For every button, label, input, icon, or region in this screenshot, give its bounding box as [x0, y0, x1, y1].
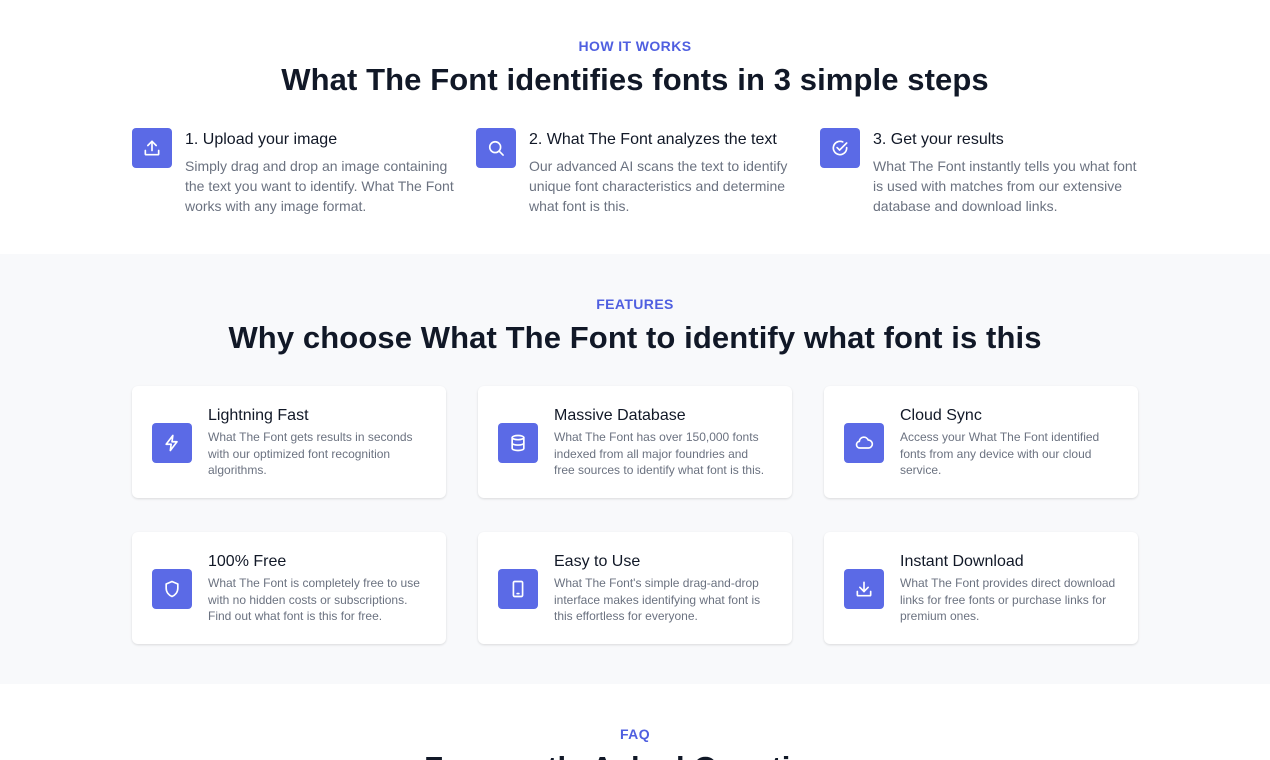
- step-description: Our advanced AI scans the text to identi…: [529, 158, 788, 214]
- feature-card-easy-to-use: Easy to Use What The Font's simple drag-…: [478, 532, 792, 644]
- feature-title: 100% Free: [208, 553, 287, 570]
- step-results: 3. Get your results What The Font instan…: [820, 128, 1140, 216]
- feature-card-instant-download: Instant Download What The Font provides …: [824, 532, 1138, 644]
- features-section: FEATURES Why choose What The Font to ide…: [0, 254, 1270, 684]
- feature-card-free: 100% Free What The Font is completely fr…: [132, 532, 446, 644]
- feature-title: Lightning Fast: [208, 407, 309, 424]
- page: HOW IT WORKS What The Font identifies fo…: [0, 0, 1270, 760]
- feature-title: Massive Database: [554, 407, 686, 424]
- feature-description: What The Font has over 150,000 fonts ind…: [554, 430, 765, 477]
- lightning-icon: [152, 423, 192, 463]
- download-icon: [844, 569, 884, 609]
- step-title: 1. Upload your image: [185, 131, 338, 148]
- database-icon: [498, 423, 538, 463]
- feature-card-lightning-fast: Lightning Fast What The Font gets result…: [132, 386, 446, 498]
- step-upload: 1. Upload your image Simply drag and dro…: [132, 128, 454, 216]
- feature-title: Easy to Use: [554, 553, 641, 570]
- feature-description: Access your What The Font identified fon…: [900, 430, 1100, 477]
- how-it-works-heading: What The Font identifies fonts in 3 simp…: [281, 62, 989, 97]
- feature-card-cloud-sync: Cloud Sync Access your What The Font ide…: [824, 386, 1138, 498]
- step-description: Simply drag and drop an image containing…: [185, 158, 454, 214]
- features-heading: Why choose What The Font to identify wha…: [228, 320, 1042, 355]
- shield-icon: [152, 569, 192, 609]
- upload-icon: [132, 128, 172, 168]
- faq-eyebrow: FAQ: [620, 726, 650, 742]
- mobile-icon: [498, 569, 538, 609]
- feature-title: Instant Download: [900, 553, 1024, 570]
- search-icon: [476, 128, 516, 168]
- step-title: 3. Get your results: [873, 131, 1004, 148]
- how-it-works-section: HOW IT WORKS What The Font identifies fo…: [0, 0, 1270, 254]
- feature-description: What The Font gets results in seconds wi…: [208, 430, 413, 477]
- step-analyze: 2. What The Font analyzes the text Our a…: [476, 128, 796, 216]
- faq-section: FAQ Frequently Asked Questions: [0, 684, 1270, 760]
- step-title: 2. What The Font analyzes the text: [529, 131, 777, 148]
- how-it-works-eyebrow: HOW IT WORKS: [578, 38, 692, 54]
- cloud-icon: [844, 423, 884, 463]
- check-circle-icon: [820, 128, 860, 168]
- features-eyebrow: FEATURES: [596, 296, 674, 312]
- faq-heading: Frequently Asked Questions: [0, 750, 1270, 760]
- feature-description: What The Font provides direct download l…: [900, 576, 1116, 623]
- feature-card-massive-database: Massive Database What The Font has over …: [478, 386, 792, 498]
- step-description: What The Font instantly tells you what f…: [873, 158, 1137, 214]
- feature-description: What The Font is completely free to use …: [208, 576, 420, 623]
- feature-description: What The Font's simple drag-and-drop int…: [554, 576, 761, 623]
- feature-title: Cloud Sync: [900, 407, 982, 424]
